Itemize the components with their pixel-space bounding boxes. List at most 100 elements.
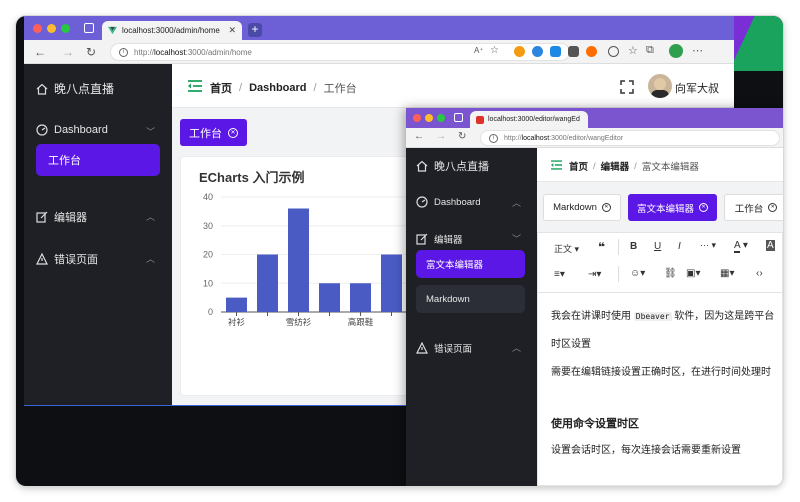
- extension-icon[interactable]: [532, 46, 543, 57]
- font-color-button[interactable]: A ▾: [734, 240, 748, 253]
- menu-error[interactable]: 错误页面: [416, 341, 472, 355]
- favorites-icon[interactable]: ☆: [628, 44, 638, 57]
- bar: [381, 254, 402, 312]
- tag-close-icon[interactable]: ✕: [228, 127, 238, 138]
- favorite-star-icon[interactable]: ☆: [490, 45, 499, 56]
- site-info-icon[interactable]: i: [119, 47, 128, 57]
- quote-icon[interactable]: ❝: [598, 240, 605, 254]
- emoji-icon[interactable]: ☺▾: [630, 268, 645, 279]
- more-styles-button[interactable]: ··· ▾: [700, 240, 716, 251]
- avatar[interactable]: [648, 74, 672, 98]
- brand[interactable]: 晚八点直播: [36, 80, 114, 97]
- chevron-up-icon: ︿: [146, 254, 156, 264]
- y-tick-label: 40: [203, 192, 213, 202]
- tag-markdown[interactable]: Markdown ✕: [543, 194, 621, 221]
- breadcrumb-home[interactable]: 首页: [569, 159, 588, 173]
- close-window-button[interactable]: [33, 24, 42, 33]
- browser-tab-admin-home[interactable]: localhost:3000/admin/home ✕: [102, 21, 242, 40]
- bar: [319, 283, 340, 312]
- image-icon[interactable]: ▣▾: [686, 268, 700, 279]
- maximize-window-button[interactable]: [437, 114, 445, 122]
- bar: [226, 297, 247, 312]
- camera-extension-icon[interactable]: [550, 46, 561, 57]
- url-bar[interactable]: i http://localhost:3000/admin/home: [110, 43, 570, 61]
- editor-paragraph-2[interactable]: 时区设置: [551, 335, 591, 350]
- maximize-window-button[interactable]: [61, 24, 70, 33]
- browser-window-editor: localhost:3000/editor/wangEd ← → ↻ i htt…: [406, 108, 783, 486]
- menu-fold-icon[interactable]: [188, 80, 202, 92]
- paragraph-select[interactable]: 正文 ▾: [554, 242, 579, 255]
- forward-icon[interactable]: →: [436, 131, 446, 142]
- menu-error[interactable]: 错误页面: [36, 251, 98, 267]
- bold-button[interactable]: B: [630, 241, 637, 252]
- minimize-window-button[interactable]: [47, 24, 56, 33]
- menu-dashboard[interactable]: Dashboard: [416, 196, 480, 208]
- screenshot-extension-icon[interactable]: [568, 46, 579, 57]
- fullscreen-icon[interactable]: [620, 80, 634, 94]
- brand[interactable]: 晚八点直播: [416, 158, 489, 174]
- tab-close-icon[interactable]: ✕: [228, 25, 236, 36]
- breadcrumb-section[interactable]: 编辑器: [601, 159, 630, 173]
- close-window-button[interactable]: [413, 114, 421, 122]
- tag-close-icon[interactable]: ✕: [699, 203, 708, 212]
- chart-title: ECharts 入门示例: [199, 170, 305, 185]
- forward-icon[interactable]: →: [62, 45, 74, 59]
- y-tick-label: 0: [208, 307, 213, 317]
- browser-tab-editor[interactable]: localhost:3000/editor/wangEd: [470, 111, 588, 128]
- main-content: 首页 / 编辑器 / 富文本编辑器 Markdown ✕ 富文本编辑器 ✕ 工作…: [537, 148, 783, 486]
- tab-overview-icon[interactable]: [84, 23, 94, 33]
- breadcrumb-section[interactable]: Dashboard: [249, 82, 306, 94]
- y-tick-label: 30: [203, 221, 213, 231]
- back-icon[interactable]: ←: [414, 131, 424, 142]
- site-info-icon[interactable]: i: [489, 133, 498, 143]
- reload-icon[interactable]: ↻: [86, 45, 96, 59]
- collections-icon[interactable]: ⧉: [646, 44, 654, 57]
- warning-icon: [36, 253, 48, 265]
- brand-name: 晚八点直播: [434, 161, 489, 173]
- read-aloud-icon[interactable]: A⁺: [474, 46, 484, 55]
- editor-paragraph-3[interactable]: 需要在编辑链接设置正确时区，在进行时间处理时: [551, 363, 771, 378]
- editor-heading[interactable]: 使用命令设置时区: [551, 415, 639, 431]
- menu-workbench[interactable]: 工作台: [36, 144, 160, 176]
- code-icon[interactable]: ‹›: [756, 268, 763, 279]
- editor-toolbar: 正文 ▾ ❝ B U I ··· ▾ A ▾ A ≡▾ ⇥▾ ☺▾ ⛓ ▣▾ ▦…: [538, 233, 783, 293]
- menu-dashboard-label: Dashboard: [434, 196, 481, 208]
- menu-fold-icon[interactable]: [551, 160, 562, 170]
- menu-markdown[interactable]: Markdown: [416, 285, 525, 313]
- background-color-button[interactable]: A: [766, 240, 775, 251]
- toolbar-divider: [618, 266, 619, 282]
- italic-button[interactable]: I: [678, 241, 681, 252]
- extension-icon[interactable]: [586, 46, 597, 57]
- menu-error-label: 错误页面: [54, 254, 98, 266]
- align-icon[interactable]: ≡▾: [554, 269, 565, 280]
- back-icon[interactable]: ←: [34, 45, 46, 59]
- underline-button[interactable]: U: [654, 241, 661, 252]
- table-icon[interactable]: ▦▾: [720, 268, 734, 279]
- url-prefix: http://: [134, 47, 155, 57]
- user-name[interactable]: 向军大叔: [675, 80, 719, 96]
- tab-overview-icon[interactable]: [454, 113, 463, 122]
- breadcrumb-home[interactable]: 首页: [210, 80, 232, 96]
- menu-rich-editor[interactable]: 富文本编辑器: [416, 250, 525, 278]
- settings-more-icon[interactable]: ⋯: [692, 44, 703, 57]
- new-tab-button[interactable]: +: [248, 23, 262, 37]
- editor-paragraph-4[interactable]: 设置会话时区，每次连接会话需要重新设置: [551, 441, 741, 456]
- tag-workbench[interactable]: 工作台 ✕: [180, 119, 247, 146]
- tag-close-icon[interactable]: ✕: [601, 203, 611, 212]
- url-bar[interactable]: i http://localhost:3000/editor/wangEdito…: [480, 130, 780, 146]
- menu-dashboard[interactable]: Dashboard: [36, 124, 108, 136]
- reload-icon[interactable]: ↻: [458, 131, 466, 142]
- link-icon[interactable]: ⛓: [664, 268, 677, 279]
- menu-editor[interactable]: 编辑器: [416, 232, 463, 246]
- indent-icon[interactable]: ⇥▾: [588, 269, 601, 280]
- profile-avatar-icon[interactable]: [669, 44, 683, 58]
- tag-close-icon[interactable]: ✕: [768, 203, 778, 212]
- menu-editor[interactable]: 编辑器: [36, 209, 87, 225]
- tag-rich-editor[interactable]: 富文本编辑器 ✕: [628, 194, 717, 221]
- extension-icon[interactable]: [514, 46, 525, 57]
- minimize-window-button[interactable]: [425, 114, 433, 122]
- sync-icon[interactable]: [608, 46, 619, 57]
- editor-paragraph-1[interactable]: 我会在讲课时使用 Dbeaver 软件，因为这是跨平台: [551, 307, 774, 322]
- tag-workbench[interactable]: 工作台 ✕: [724, 194, 783, 221]
- text-run: 我会在讲课时使用: [551, 311, 631, 322]
